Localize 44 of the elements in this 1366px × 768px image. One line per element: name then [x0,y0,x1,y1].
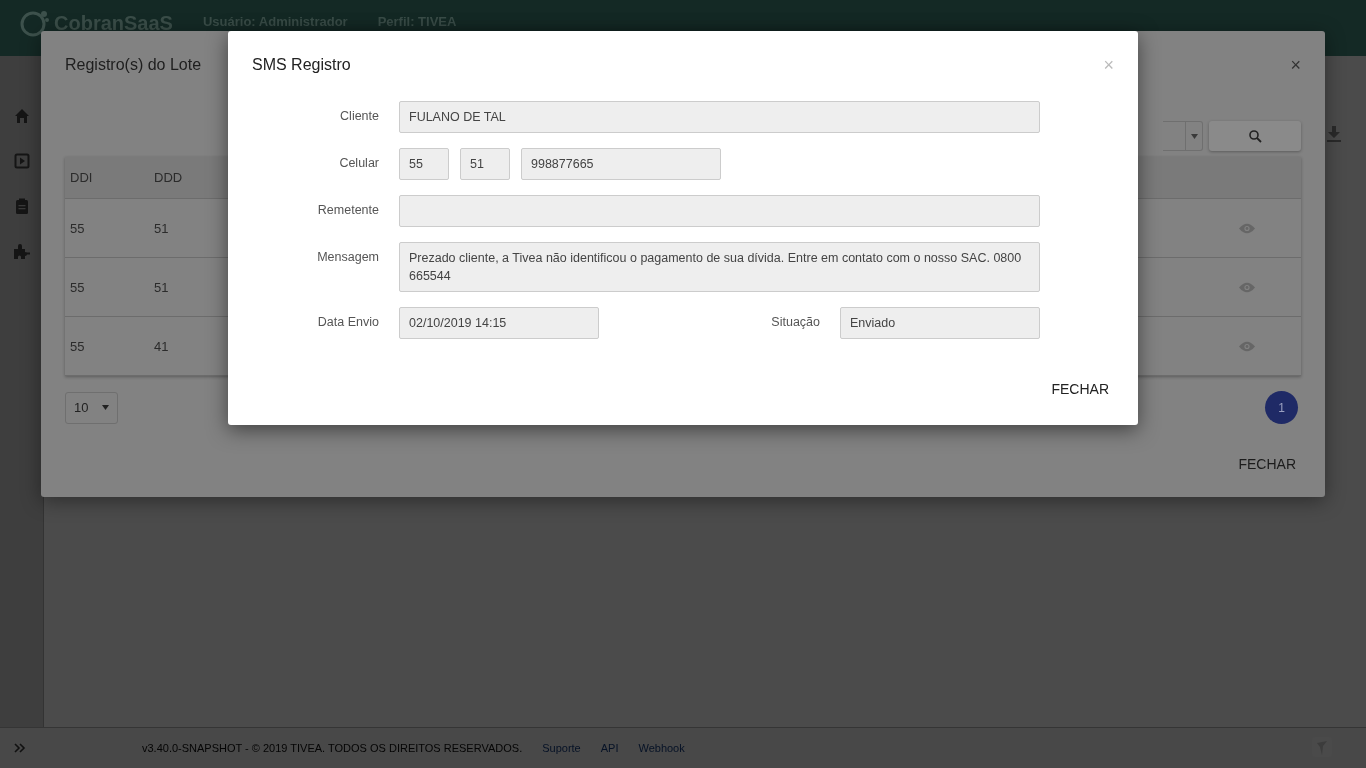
field-label: Remetente [316,203,379,217]
table-cell-text: 51 [153,220,170,236]
ddd-field[interactable]: 51 [460,148,510,180]
client-field[interactable]: FULANO DE TAL [399,101,1040,133]
page-size-select[interactable]: 10 [65,391,118,424]
table-cell-text: 41 [153,338,170,354]
copyright-text: v3.40.0-SNAPSHOT - © 2019 TIVEA. TODOS OS DIREITOS RESERVADOS. [142,742,523,754]
status-field[interactable]: Enviado [840,307,1040,339]
phone-field[interactable]: 998877665 [521,148,721,180]
caret-icon [1190,133,1198,139]
home-icon[interactable] [13,108,30,124]
table-cell-text: 51 [153,279,170,295]
view-icon[interactable] [1239,222,1255,234]
filter-select[interactable] [1163,121,1203,151]
message-field[interactable]: Prezado cliente, a Tivea não identificou o pagamento de sua dívida. Entre em contato com o nosso SAC. 0800 665544 [399,242,1040,292]
table-cell-text: 55 [69,338,86,354]
clipboard-icon[interactable] [13,198,30,214]
logo-icon [20,8,50,38]
page-button[interactable]: 1 [1265,391,1298,424]
field-label: Data Envio [316,315,379,329]
field-label: Mensagem [316,250,379,264]
expand-icon[interactable] [14,743,26,753]
column-header: DDI [69,170,94,185]
search-icon [1248,129,1262,143]
field-label: Situação [771,315,820,329]
sender-field[interactable] [399,195,1040,227]
field-label: Cliente [339,109,379,123]
view-icon[interactable] [1239,340,1255,352]
field-label: Celular [338,156,379,170]
close-text-button[interactable]: FECHAR [1233,452,1301,476]
puzzle-icon[interactable] [12,243,31,259]
caret-icon [102,405,109,410]
date-field[interactable]: 02/10/2019 14:15 [399,307,599,339]
dialog-title: Registro(s) do Lote [65,56,202,74]
dialog-title: SMS Registro [252,56,351,74]
ddi-field[interactable]: 55 [399,148,449,180]
download-icon[interactable] [1327,126,1341,142]
column-header: DDD [153,170,184,185]
close-text-button[interactable]: FECHAR [1046,377,1114,401]
view-icon[interactable] [1239,281,1255,293]
table-cell-text: 55 [69,279,86,295]
play-icon[interactable] [13,153,30,169]
table-cell-text: 55 [69,220,86,236]
search-button[interactable] [1209,121,1301,151]
